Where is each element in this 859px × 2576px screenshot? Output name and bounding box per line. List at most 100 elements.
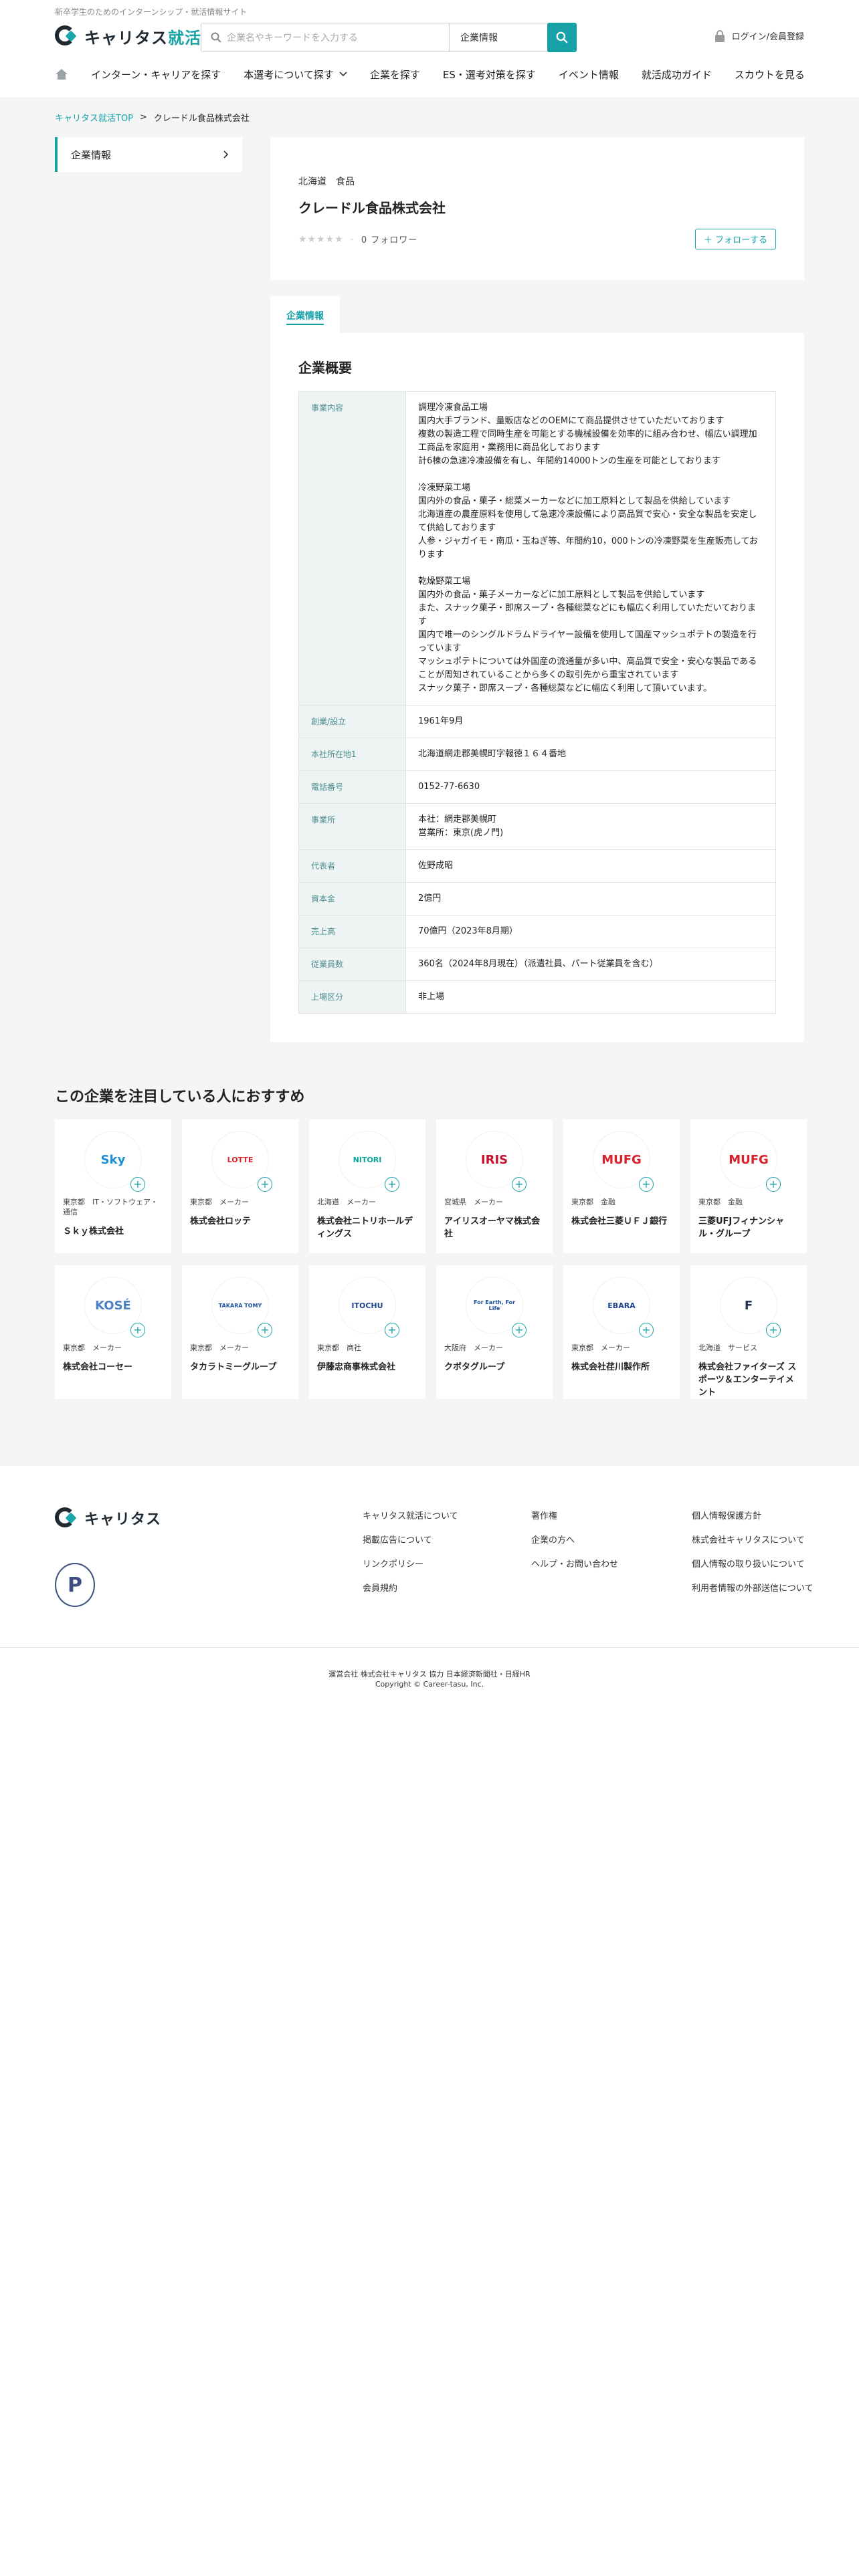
overview-key: 資本金 — [298, 882, 406, 916]
add-follow-icon[interactable]: + — [639, 1323, 654, 1337]
add-follow-icon[interactable]: + — [639, 1177, 654, 1192]
nav-home[interactable] — [55, 68, 68, 80]
recommend-section: この企業を注目している人におすすめ Sky + 東京都 IT・ソフトウェア・通信 Ｓｋ… — [0, 1085, 859, 1399]
company-card[interactable]: NITORI + 北海道 メーカー 株式会社ニトリホールディングス — [309, 1119, 425, 1253]
company-card[interactable]: ITOCHU + 東京都 商社伊藤忠商事株式会社 — [309, 1265, 425, 1399]
add-follow-icon[interactable]: + — [385, 1323, 399, 1337]
footer-column-1: キャリタス就活について 掲載広告について リンクポリシー 会員規約 — [363, 1505, 458, 1601]
search-button[interactable] — [547, 23, 577, 52]
add-follow-icon[interactable]: + — [258, 1323, 272, 1337]
nav-item-internship[interactable]: インターン・キャリアを探す — [91, 68, 221, 82]
privacy-mark-icon: P — [55, 1563, 95, 1607]
recommend-title: この企業を注目している人におすすめ — [55, 1089, 305, 1105]
overview-value: 1961年9月 — [405, 705, 776, 738]
nav-item-selection[interactable]: 本選考について探す — [244, 68, 347, 82]
overview-key: 代表者 — [298, 849, 406, 883]
company-location: 東京都 メーカー — [190, 1344, 249, 1352]
site-logo[interactable]: キャリタス就活 — [55, 24, 201, 48]
company-card[interactable]: KOSÉ + 東京都 メーカー 株式会社コーセー — [55, 1265, 171, 1399]
overview-key: 事業所 — [298, 803, 406, 850]
company-logo: IRIS + — [466, 1132, 527, 1192]
overview-key: 創業/設立 — [298, 705, 406, 738]
overview-key: 従業員数 — [298, 948, 406, 981]
nav-item-companies[interactable]: 企業を探す — [370, 68, 420, 82]
rating-stars: ★★★★★ — [298, 233, 344, 245]
site-footer: キャリタス P キャリタス就活について 掲載広告について リンクポリシー 会員規約 著… — [0, 1466, 859, 1648]
nav-item-es[interactable]: ES・選考対策を探す — [443, 68, 536, 82]
overview-value: 360名（2024年8月現在）（派遣社員、パート従業員を含む） — [405, 948, 776, 981]
nav-item-events[interactable]: イベント情報 — [559, 68, 619, 82]
add-follow-icon[interactable]: + — [512, 1177, 527, 1192]
footer-link[interactable]: 利用者情報の外部送信について — [692, 1577, 814, 1601]
company-location: 大阪府 メーカー — [444, 1344, 503, 1352]
breadcrumb-home[interactable]: キャリタス就活TOP — [55, 111, 133, 124]
company-card[interactable]: MUFG + 東京都 金融 三菱UFJフィナンシャル・グループ — [690, 1119, 807, 1253]
footer-link[interactable]: 会員規約 — [363, 1577, 458, 1601]
logo-mark-icon — [55, 1506, 79, 1530]
sidebar-item-company-info[interactable]: 企業情報 — [55, 137, 242, 172]
company-card-name: 株式会社コーセー — [63, 1362, 133, 1372]
overview-value: 北海道網走郡美幌町字報徳１６４番地 — [405, 738, 776, 771]
footer-link[interactable]: 企業の方へ — [531, 1529, 618, 1553]
follower-count: 0 フォロワー — [361, 235, 418, 245]
add-follow-icon[interactable]: + — [130, 1323, 145, 1337]
company-location: 東京都 金融 — [571, 1198, 615, 1206]
overview-row: 電話番号 0152-77-6630 — [298, 770, 776, 804]
chevron-right-icon — [223, 150, 229, 158]
company-card[interactable]: EBARA + 東京都 メーカー 株式会社荏川製作所 — [563, 1265, 680, 1399]
overview-row: 事業所 本社：網走郡美幌町 営業所：東京(虎ノ門) — [298, 803, 776, 850]
overview-row: 代表者 佐野成昭 — [298, 849, 776, 883]
nav-item-scout[interactable]: スカウトを見る — [735, 68, 805, 82]
company-card[interactable]: Sky + 東京都 IT・ソフトウェア・通信 Ｓｋｙ株式会社 — [55, 1119, 171, 1253]
add-follow-icon[interactable]: + — [766, 1177, 781, 1192]
footer-link[interactable]: 個人情報の取り扱いについて — [692, 1553, 814, 1577]
login-link[interactable]: ログイン/会員登録 — [714, 29, 804, 42]
nav-item-guide[interactable]: 就活成功ガイド — [642, 68, 712, 82]
footer-link[interactable]: キャリタス就活について — [363, 1505, 458, 1529]
company-card[interactable]: F + 北海道 サービス 株式会社ファイターズ スポーツ＆エンターテイメント — [690, 1265, 807, 1399]
tab-company-info[interactable]: 企業情報 — [270, 296, 340, 333]
company-location: 東京都 金融 — [698, 1198, 743, 1206]
company-logo: EBARA + — [593, 1277, 654, 1337]
logo-mark-icon — [55, 24, 79, 48]
footer-link[interactable]: ヘルプ・お問い合わせ — [531, 1553, 618, 1577]
company-card-name: 株式会社ファイターズ スポーツ＆エンターテイメント — [698, 1362, 797, 1398]
footer-link[interactable]: 株式会社キャリタスについて — [692, 1529, 814, 1553]
company-location: 東京都 商社 — [317, 1344, 361, 1352]
footer-link[interactable]: 掲載広告について — [363, 1529, 458, 1553]
search-category-value: 企業情報 — [460, 33, 498, 43]
company-logo: F + — [721, 1277, 781, 1337]
footer-logo[interactable]: キャリタス — [55, 1506, 161, 1530]
add-follow-icon[interactable]: + — [385, 1177, 399, 1192]
add-follow-icon[interactable]: + — [766, 1323, 781, 1337]
footer-link[interactable]: 著作権 — [531, 1505, 618, 1529]
company-card[interactable]: TAKARA TOMY + 東京都 メーカー タカラトミーグループ — [182, 1265, 298, 1399]
company-card[interactable]: MUFG + 東京都 金融 株式会社三菱ＵＦＪ銀行 — [563, 1119, 680, 1253]
overview-row: 従業員数 360名（2024年8月現在）（派遣社員、パート従業員を含む） — [298, 948, 776, 981]
overview-row: 上場区分 非上場 — [298, 980, 776, 1014]
company-card-name: 株式会社荏川製作所 — [571, 1362, 650, 1372]
add-follow-icon[interactable]: + — [258, 1177, 272, 1192]
logo-text: キャリタス — [84, 28, 168, 47]
company-card[interactable]: IRIS + 宮城県 メーカー アイリスオーヤマ株式会社 — [436, 1119, 553, 1253]
company-card[interactable]: LOTTE + 東京都 メーカー 株式会社ロッテ — [182, 1119, 298, 1253]
company-logo-text: ITOCHU — [351, 1301, 383, 1310]
add-follow-icon[interactable]: + — [512, 1323, 527, 1337]
footer-link[interactable]: リンクポリシー — [363, 1553, 458, 1577]
company-name: クレードル食品株式会社 — [298, 200, 446, 216]
company-logo: Sky + — [85, 1132, 145, 1192]
add-follow-icon[interactable]: + — [130, 1177, 145, 1192]
follow-button[interactable]: ＋ フォローする — [694, 229, 776, 249]
company-card-name: 伊藤忠商事株式会社 — [317, 1362, 396, 1372]
overview-value: 2億円 — [405, 882, 776, 916]
company-card[interactable]: For Earth, For Life + 大阪府 メーカー クボタグループ — [436, 1265, 553, 1399]
company-card-name: タカラトミーグループ — [190, 1362, 277, 1372]
company-logo-text: MUFG — [729, 1152, 769, 1167]
company-prefecture: 北海道 — [298, 177, 326, 187]
company-content: 北海道 食品 クレードル食品株式会社 ★★★★★ - 0 フォロワー ＋ フォロ… — [270, 137, 804, 1042]
search-input[interactable]: 企業名やキーワードを入力する — [201, 23, 449, 51]
overview-table: 事業内容 調理冷凍食品工場 国内大手ブランド、量販店などのOEMにて商品提供させて… — [298, 391, 776, 1014]
footer-link[interactable]: 個人情報保護方針 — [692, 1505, 814, 1529]
company-location: 東京都 IT・ソフトウェア・通信 — [63, 1198, 158, 1216]
company-logo-text: IRIS — [480, 1152, 508, 1167]
